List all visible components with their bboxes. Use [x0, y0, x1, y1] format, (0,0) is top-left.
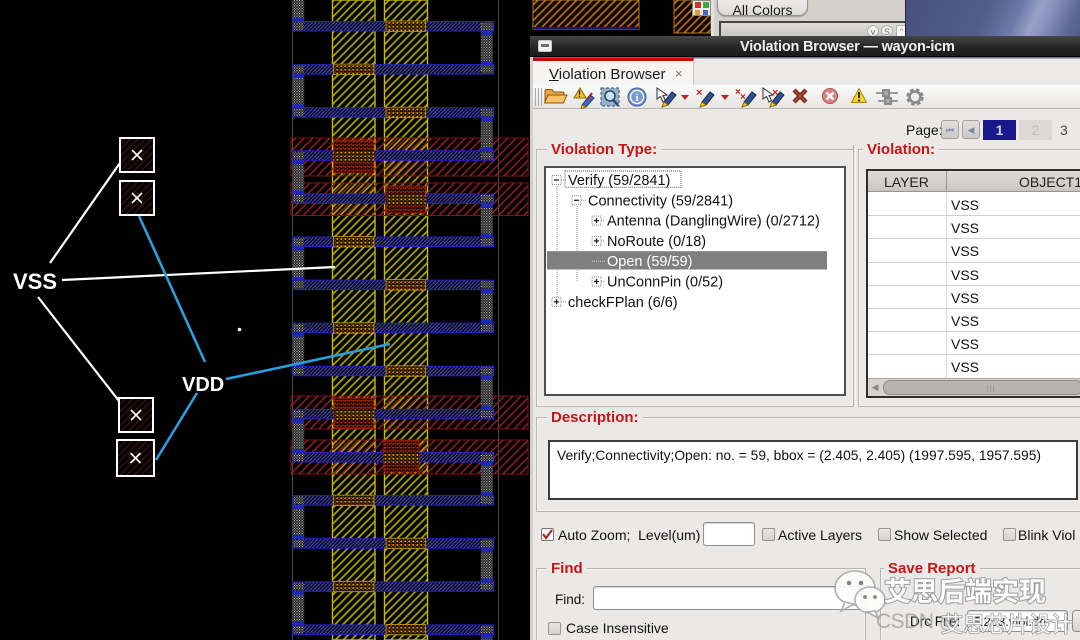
svg-text:VDD: VDD [182, 374, 224, 396]
svg-text:VSS: VSS [13, 269, 57, 294]
svg-text:UnConnPin (0/52): UnConnPin (0/52) [607, 275, 723, 291]
svg-text:checkFPlan (6/6): checkFPlan (6/6) [568, 295, 678, 311]
svg-text:Connectivity (59/2841): Connectivity (59/2841) [588, 193, 733, 209]
svg-text:Verify (59/2841): Verify (59/2841) [568, 173, 670, 189]
svg-text:!: ! [578, 89, 581, 99]
svg-text:i: i [636, 93, 639, 104]
svg-text:×: × [696, 87, 702, 99]
svg-text:NoRoute (0/18): NoRoute (0/18) [607, 234, 706, 250]
svg-text:Open (59/59): Open (59/59) [607, 254, 692, 270]
svg-text:Antenna (DanglingWire) (0/2712: Antenna (DanglingWire) (0/2712) [607, 214, 820, 230]
